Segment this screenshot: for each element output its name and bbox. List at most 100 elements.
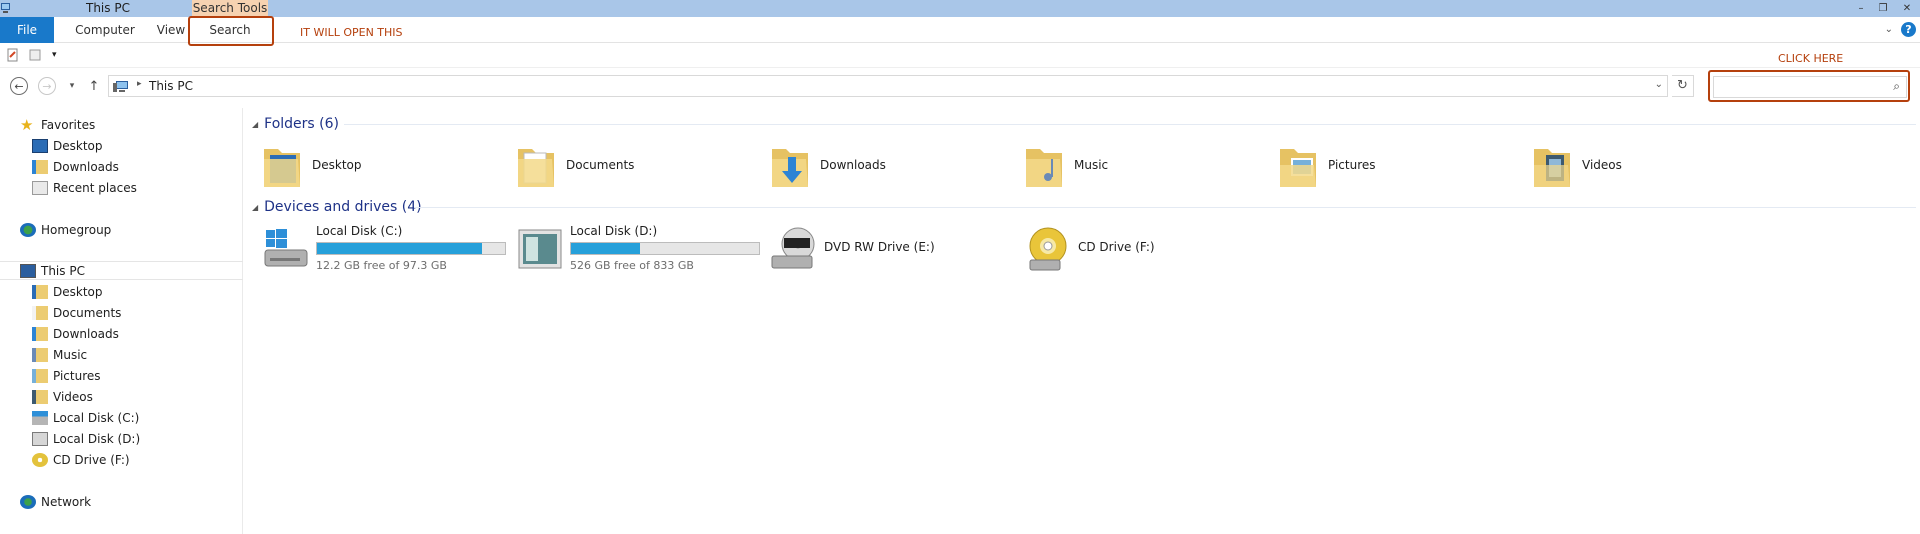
folder-videos[interactable]: Videos [1532, 138, 1782, 192]
nav-label: Documents [53, 305, 122, 320]
nav-pc-pictures[interactable]: Pictures [32, 366, 101, 385]
desktop-folder-icon [264, 149, 300, 187]
nav-label: Pictures [53, 368, 101, 383]
drive-dvd-rw-e[interactable]: DVD RW Drive (E:) [770, 222, 1020, 278]
nav-label: Desktop [53, 284, 103, 299]
folder-music[interactable]: Music [1024, 138, 1274, 192]
recent-places-icon [32, 180, 48, 195]
folders-group-title: Folders (6) [264, 116, 339, 132]
tab-file[interactable]: File [0, 17, 54, 43]
music-folder-icon [1026, 149, 1062, 187]
nav-label: Videos [53, 389, 93, 404]
desktop-icon [32, 138, 48, 153]
nav-favorites-downloads[interactable]: Downloads [32, 157, 119, 176]
nav-pc-cd-drive-f[interactable]: CD Drive (F:) [32, 450, 130, 469]
nav-this-pc[interactable]: This PC [0, 261, 243, 280]
documents-folder-icon [518, 149, 554, 187]
folder-desktop[interactable]: Desktop [262, 138, 512, 192]
ribbon-tab-bar: File Computer View Search ⌄ ? [0, 17, 1920, 43]
drive-local-disk-d[interactable]: Local Disk (D:) 526 GB free of 833 GB [516, 222, 766, 278]
drive-name: Local Disk (C:) [316, 224, 403, 238]
homegroup-icon [20, 222, 36, 237]
content-pane: ◢ Folders (6) Desktop Documents Download… [244, 108, 1920, 534]
nav-homegroup[interactable]: Homegroup [20, 220, 111, 239]
nav-pc-desktop[interactable]: Desktop [32, 282, 103, 301]
recent-locations-button[interactable]: ▾ [62, 76, 82, 96]
minimize-button[interactable]: – [1850, 0, 1872, 17]
drive-icon [518, 229, 562, 269]
help-icon[interactable]: ? [1901, 22, 1916, 37]
close-icon: ✕ [1902, 3, 1912, 14]
back-button[interactable]: ← [9, 76, 29, 96]
nav-favorites[interactable]: ★ Favorites [20, 115, 95, 134]
nav-pc-local-disk-c[interactable]: Local Disk (C:) [32, 408, 139, 427]
nav-pc-local-disk-d[interactable]: Local Disk (D:) [32, 429, 140, 448]
drive-cd-f[interactable]: CD Drive (F:) [1024, 222, 1274, 278]
nav-label: Local Disk (C:) [53, 410, 140, 425]
drive-usage-fill [317, 243, 482, 254]
forward-button[interactable]: → [37, 76, 57, 96]
nav-network[interactable]: Network [20, 492, 91, 511]
new-folder-icon[interactable] [28, 48, 42, 65]
folder-label: Downloads [820, 158, 886, 172]
cd-icon [32, 452, 48, 467]
pictures-folder-icon [32, 368, 48, 383]
address-bar[interactable]: ▸ This PC ⌄ [108, 75, 1668, 97]
folder-label: Music [1074, 158, 1109, 172]
pictures-folder-icon [1280, 149, 1316, 187]
nav-pc-music[interactable]: Music [32, 345, 87, 364]
devices-group-header[interactable]: ◢ Devices and drives (4) [252, 197, 422, 217]
explorer-app-icon[interactable] [0, 2, 14, 14]
videos-folder-icon [1534, 149, 1570, 187]
folder-label: Pictures [1328, 158, 1376, 172]
devices-group-divider [414, 207, 1916, 208]
refresh-icon: ↻ [1677, 78, 1688, 93]
close-button[interactable]: ✕ [1894, 0, 1920, 17]
customize-toolbar-icon[interactable]: ▾ [52, 50, 57, 60]
collapse-triangle-icon: ◢ [252, 202, 259, 212]
drive-name: CD Drive (F:) [1078, 240, 1155, 254]
nav-label: Downloads [53, 159, 119, 174]
breadcrumb-chevron-icon[interactable]: ▸ [137, 79, 142, 89]
nav-favorites-recent-places[interactable]: Recent places [32, 178, 137, 197]
window-controls: – ❐ ✕ [1850, 0, 1920, 17]
folder-documents[interactable]: Documents [516, 138, 766, 192]
downloads-folder-icon [772, 149, 808, 187]
drive-usage-bar [316, 242, 506, 255]
nav-pc-downloads[interactable]: Downloads [32, 324, 119, 343]
ribbon-right-controls: ⌄ ? [1885, 22, 1916, 37]
search-box-highlight [1708, 70, 1910, 102]
downloads-folder-icon [32, 159, 48, 174]
nav-pc-videos[interactable]: Videos [32, 387, 93, 406]
restore-button[interactable]: ❐ [1872, 0, 1894, 17]
windows-drive-icon [32, 410, 48, 425]
drive-local-disk-c[interactable]: Local Disk (C:) 12.2 GB free of 97.3 GB [262, 222, 512, 278]
breadcrumb-this-pc[interactable]: This PC [149, 79, 193, 93]
desktop-folder-icon [32, 284, 48, 299]
properties-icon[interactable] [6, 48, 20, 65]
tab-computer[interactable]: Computer [68, 17, 142, 43]
drive-free-space: 526 GB free of 833 GB [570, 259, 694, 272]
nav-label: Local Disk (D:) [53, 431, 141, 446]
back-arrow-icon: ← [10, 77, 28, 95]
nav-label: Music [53, 347, 88, 362]
title-bar: This PC Search Tools – ❐ ✕ [0, 0, 1920, 17]
nav-label: This PC [41, 263, 85, 278]
up-button[interactable]: ↑ [84, 76, 104, 96]
folders-group-divider [344, 124, 1916, 125]
refresh-button[interactable]: ↻ [1672, 75, 1694, 97]
address-dropdown-icon[interactable]: ⌄ [1655, 79, 1663, 90]
star-icon: ★ [20, 115, 34, 134]
devices-group-title: Devices and drives (4) [264, 199, 422, 215]
folder-pictures[interactable]: Pictures [1278, 138, 1528, 192]
nav-favorites-desktop[interactable]: Desktop [32, 136, 103, 155]
nav-label: Desktop [53, 138, 103, 153]
folders-group-header[interactable]: ◢ Folders (6) [252, 114, 339, 134]
nav-label: Homegroup [41, 222, 112, 237]
drive-free-space: 12.2 GB free of 97.3 GB [316, 259, 447, 272]
network-icon [20, 494, 36, 509]
nav-pc-documents[interactable]: Documents [32, 303, 121, 322]
ribbon-expand-chevron-icon[interactable]: ⌄ [1885, 24, 1893, 35]
quick-access-toolbar: ▾ [0, 44, 1920, 68]
folder-downloads[interactable]: Downloads [770, 138, 1020, 192]
